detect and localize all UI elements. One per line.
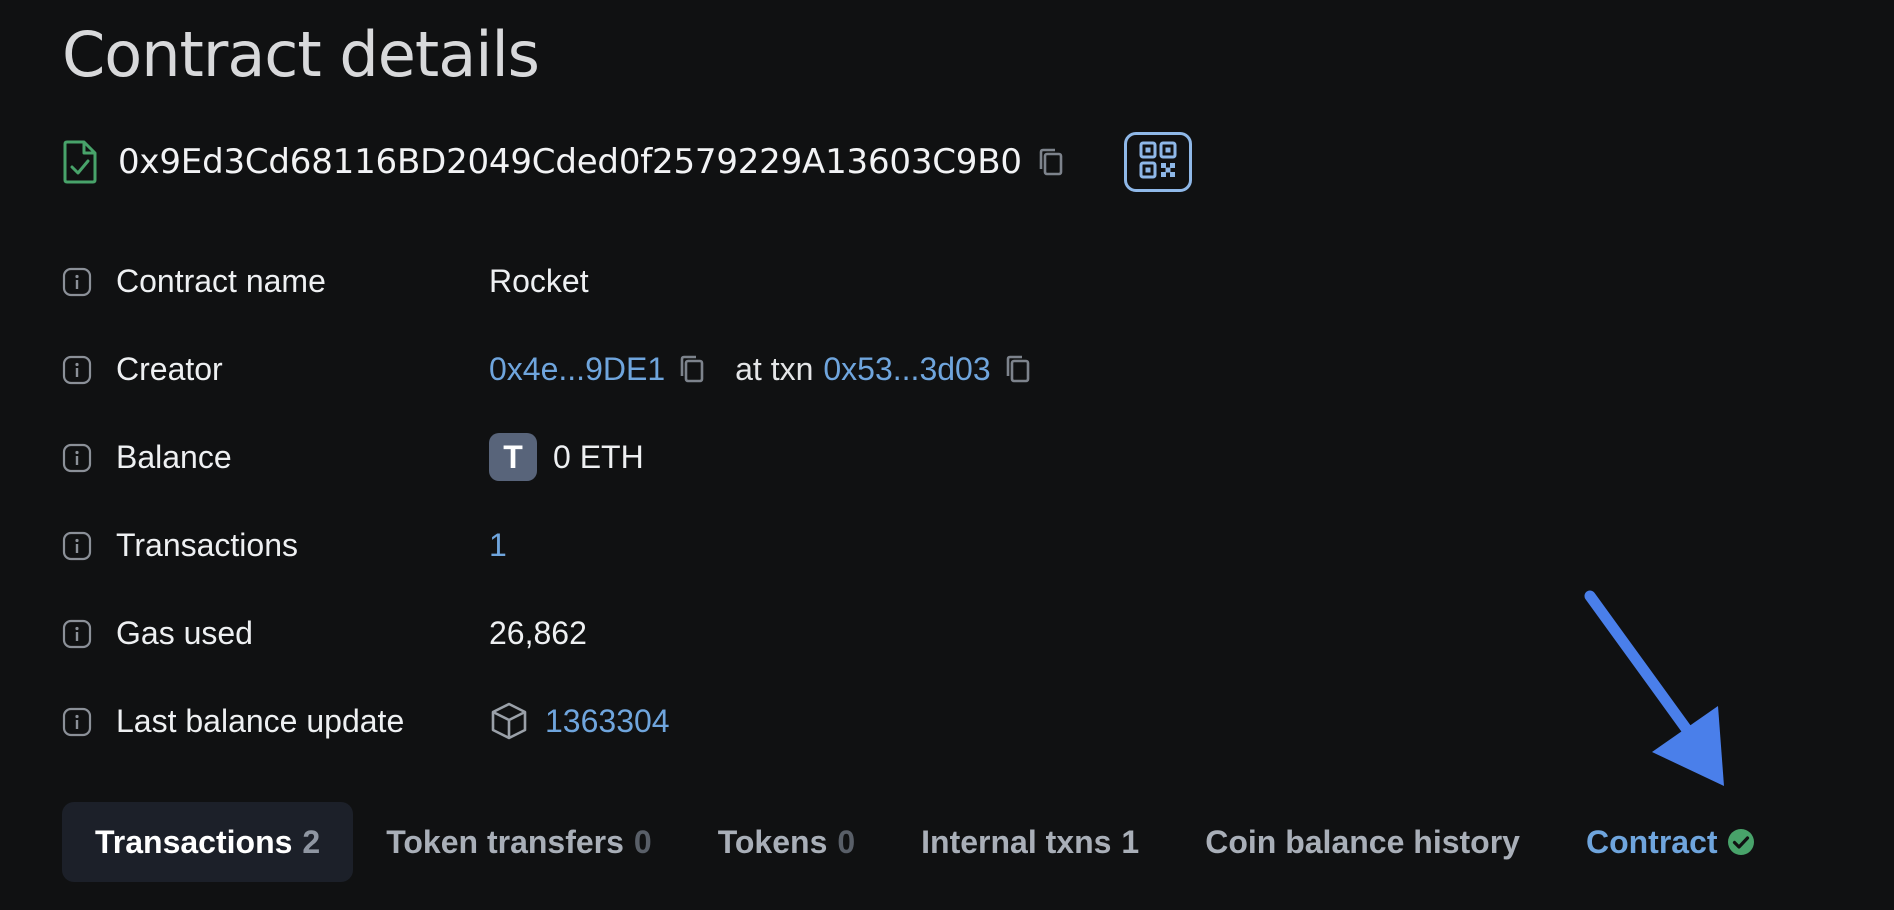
tab-tokens[interactable]: Tokens 0	[685, 802, 888, 882]
page-title: Contract details	[62, 18, 540, 91]
token-avatar-icon: T	[489, 433, 537, 481]
contract-address-row: 0x9Ed3Cd68116BD2049Cded0f2579229A13603C9…	[62, 128, 1192, 196]
tab-label: Internal txns	[921, 823, 1112, 860]
contract-name-value: Rocket	[489, 263, 589, 299]
tab-count: 0	[633, 823, 652, 860]
detail-label: Creator	[116, 351, 223, 387]
detail-row-transactions: Transactions 1	[62, 509, 1262, 597]
creator-value: 0x4e...9DE1 at txn 0x53...3d03	[489, 333, 1033, 405]
copy-icon[interactable]	[677, 353, 707, 385]
tab-count: 1	[1121, 823, 1140, 860]
transactions-count-link[interactable]: 1	[489, 509, 507, 581]
tab-label: Token transfers	[386, 823, 624, 860]
contract-details-list: Contract name Rocket Creator 0x4e...9DE1…	[62, 245, 1262, 773]
detail-label: Gas used	[116, 615, 253, 651]
copy-icon[interactable]	[1003, 353, 1033, 385]
tab-label: Contract	[1585, 823, 1718, 860]
tab-count: 0	[837, 823, 856, 860]
info-icon[interactable]	[62, 267, 92, 297]
block-number-link[interactable]: 1363304	[545, 685, 670, 757]
balance-amount: 0 ETH	[553, 439, 644, 475]
tab-token-transfers[interactable]: Token transfers 0	[353, 802, 685, 882]
tab-label: Transactions	[95, 823, 293, 860]
at-txn-text: at txn	[735, 351, 814, 387]
detail-label: Last balance update	[116, 703, 405, 739]
detail-row-gas-used: Gas used 26,862	[62, 597, 1262, 685]
detail-row-contract-name: Contract name Rocket	[62, 245, 1262, 333]
annotation-arrow-icon	[1584, 590, 1724, 786]
verified-check-icon	[1726, 827, 1756, 857]
info-icon[interactable]	[62, 443, 92, 473]
copy-icon[interactable]	[1036, 146, 1066, 178]
detail-row-creator: Creator 0x4e...9DE1 at txn 0x53...3d03	[62, 333, 1262, 421]
detail-row-last-balance-update: Last balance update 1363304	[62, 685, 1262, 773]
detail-label: Balance	[116, 439, 232, 475]
tab-contract[interactable]: Contract	[1553, 802, 1789, 882]
detail-label: Transactions	[116, 527, 298, 563]
tab-internal-txns[interactable]: Internal txns 1	[888, 802, 1172, 882]
gas-used-value: 26,862	[489, 615, 587, 651]
transactions-value: 1	[489, 509, 507, 581]
detail-label: Contract name	[116, 263, 326, 299]
qr-code-button[interactable]	[1123, 132, 1192, 192]
address-tabs: Transactions 2 Token transfers 0 Tokens …	[62, 802, 1789, 882]
block-cube-icon	[489, 701, 529, 741]
contract-file-icon	[62, 140, 98, 184]
creation-txn-link[interactable]: 0x53...3d03	[823, 333, 990, 405]
info-icon[interactable]	[62, 619, 92, 649]
tab-label: Tokens	[717, 823, 828, 860]
info-icon[interactable]	[62, 355, 92, 385]
qr-code-icon	[1139, 141, 1177, 184]
tab-coin-balance-history[interactable]: Coin balance history	[1172, 802, 1553, 882]
tab-count: 2	[302, 823, 321, 860]
info-icon[interactable]	[62, 707, 92, 737]
creator-address-link[interactable]: 0x4e...9DE1	[489, 333, 665, 405]
tab-label: Coin balance history	[1205, 823, 1520, 860]
balance-value: T 0 ETH	[489, 421, 644, 493]
info-icon[interactable]	[62, 531, 92, 561]
last-balance-update-value: 1363304	[489, 685, 670, 757]
contract-address: 0x9Ed3Cd68116BD2049Cded0f2579229A13603C9…	[118, 142, 1022, 182]
tab-transactions[interactable]: Transactions 2	[62, 802, 354, 882]
detail-row-balance: Balance T 0 ETH	[62, 421, 1262, 509]
